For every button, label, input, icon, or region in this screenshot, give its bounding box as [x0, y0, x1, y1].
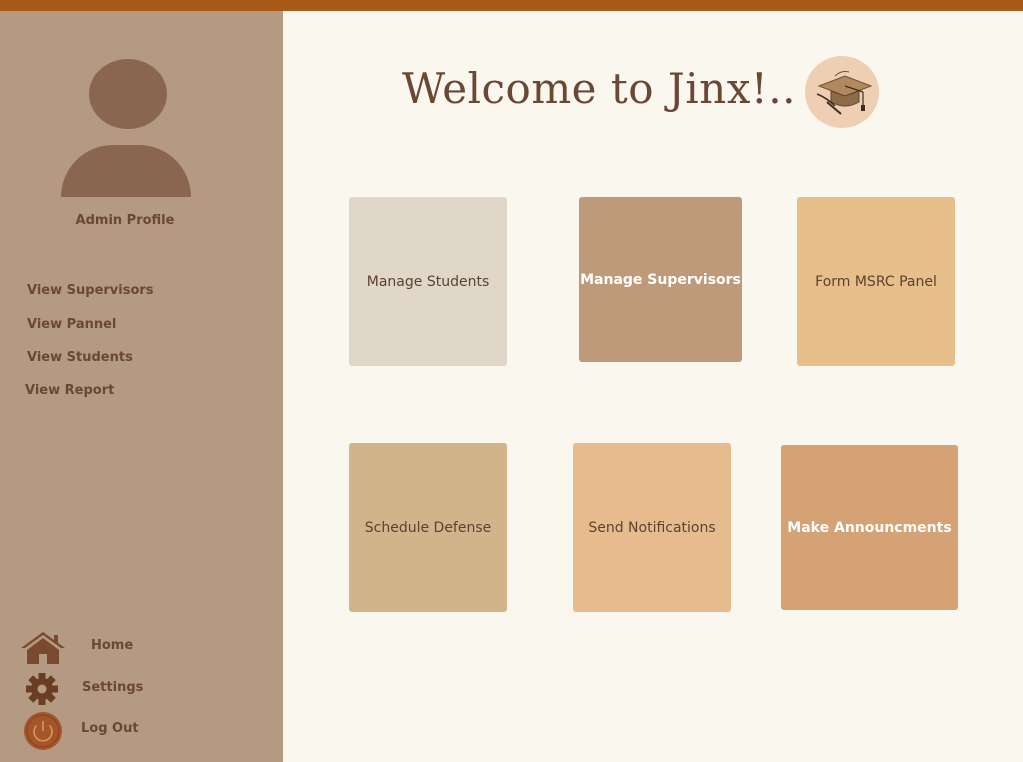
manage-supervisors-label: Manage Supervisors: [580, 271, 741, 288]
settings-button[interactable]: Settings: [24, 672, 184, 706]
form-msrc-panel-tile[interactable]: Form MSRC Panel: [797, 197, 955, 366]
manage-students-tile[interactable]: Manage Students: [349, 197, 507, 366]
manage-students-label: Manage Students: [366, 273, 490, 290]
home-button[interactable]: Home: [19, 630, 179, 668]
nav-view-pannel[interactable]: View Pannel: [27, 317, 116, 332]
make-announcements-label: Make Announcments: [787, 519, 952, 536]
avatar-head: [89, 59, 167, 129]
logout-button[interactable]: Log Out: [23, 711, 183, 751]
nav-view-supervisors[interactable]: View Supervisors: [27, 283, 154, 298]
avatar-body: [61, 145, 191, 197]
logout-label: Log Out: [81, 721, 139, 736]
top-bar: [0, 0, 1023, 11]
sidebar: Admin Profile View Supervisors View Pann…: [0, 11, 283, 762]
home-label: Home: [91, 638, 134, 653]
welcome-title: Welcome to Jinx!..: [402, 64, 796, 113]
form-msrc-panel-label: Form MSRC Panel: [815, 273, 937, 290]
power-icon: [24, 712, 62, 750]
schedule-defense-label: Schedule Defense: [364, 519, 492, 536]
graduation-cap-logo: [805, 56, 879, 128]
settings-label: Settings: [82, 680, 144, 695]
schedule-defense-tile[interactable]: Schedule Defense: [349, 443, 507, 612]
send-notifications-tile[interactable]: Send Notifications: [573, 443, 731, 612]
graduation-cap-icon: [816, 71, 873, 115]
make-announcements-tile[interactable]: Make Announcments: [781, 445, 958, 610]
admin-profile-label: Admin Profile: [75, 213, 175, 228]
manage-supervisors-tile[interactable]: Manage Supervisors: [579, 197, 742, 362]
gear-icon: [26, 673, 58, 705]
nav-view-report[interactable]: View Report: [25, 383, 114, 398]
send-notifications-label: Send Notifications: [588, 519, 716, 536]
home-icon: [21, 632, 65, 664]
user-avatar-icon: [61, 59, 191, 197]
nav-view-students[interactable]: View Students: [27, 350, 133, 365]
